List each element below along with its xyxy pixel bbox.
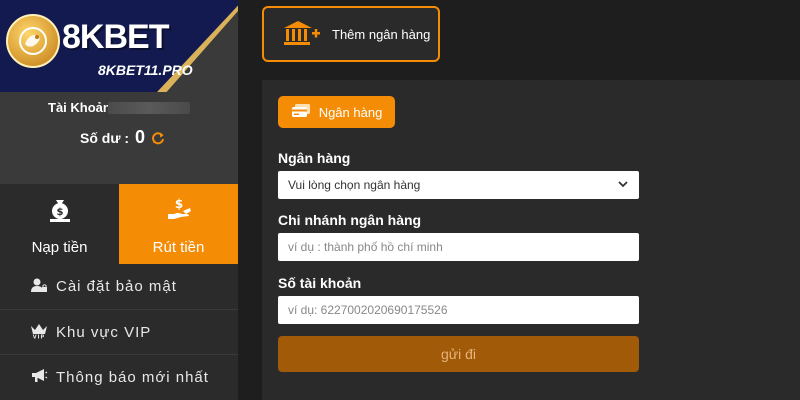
- account-number-placeholder: ví dụ: 6227002020690175526: [288, 303, 448, 317]
- bank-add-icon: [282, 18, 322, 51]
- brand-logo-band: 8KBET 8KBET11.PRO: [0, 0, 238, 92]
- money-bag-icon: $: [46, 196, 74, 229]
- bank-card-icon: [291, 103, 311, 122]
- withdraw-label: Rút tiền: [152, 239, 205, 256]
- sidebar: 8KBET 8KBET11.PRO Tài Khoản Số dư : 0 $ …: [0, 0, 238, 400]
- tab-bank-label: Ngân hàng: [318, 104, 383, 120]
- branch-field-label: Chi nhánh ngân hàng: [278, 212, 422, 228]
- account-label: Tài Khoản: [48, 100, 111, 115]
- branch-input-placeholder: ví dụ : thành phố hồ chí minh: [288, 240, 443, 254]
- withdraw-button[interactable]: $ Rút tiền: [119, 184, 238, 264]
- megaphone-icon: [30, 366, 48, 388]
- sidebar-item-vip[interactable]: VIP Khu vực VIP: [0, 309, 238, 354]
- bank-field-label: Ngân hàng: [278, 150, 351, 166]
- sidebar-item-label: Cài đặt bảo mật: [56, 278, 177, 295]
- brand-name: 8KBET: [62, 18, 169, 56]
- branch-input[interactable]: ví dụ : thành phố hồ chí minh: [278, 233, 639, 261]
- svg-text:$: $: [56, 207, 63, 218]
- sidebar-item-label: Thông báo mới nhất: [56, 368, 209, 386]
- hand-dollar-icon: $: [165, 196, 193, 229]
- refresh-icon[interactable]: [151, 131, 165, 145]
- bank-select[interactable]: Vui lòng chọn ngân hàng: [278, 171, 639, 199]
- tab-bank[interactable]: Ngân hàng: [278, 96, 395, 128]
- deposit-button[interactable]: $ Nạp tiền: [0, 184, 119, 264]
- sidebar-item-notifications[interactable]: Thông báo mới nhất: [0, 354, 238, 399]
- submit-button[interactable]: gửi đi: [278, 336, 639, 372]
- user-lock-icon: [30, 276, 48, 298]
- add-bank-label: Thêm ngân hàng: [332, 26, 431, 42]
- sidebar-item-security[interactable]: Cài đặt bảo mật: [0, 264, 238, 309]
- brand-url: 8KBET11.PRO: [98, 62, 193, 78]
- balance-value: 0: [135, 127, 146, 147]
- sidebar-item-label: Khu vực VIP: [56, 323, 152, 341]
- chevron-down-icon: [617, 178, 629, 193]
- add-bank-button[interactable]: Thêm ngân hàng: [262, 6, 440, 62]
- sidebar-menu: Cài đặt bảo mật VIP Khu vực VIP Thông bá…: [0, 264, 238, 399]
- account-name-redacted: [108, 102, 190, 114]
- svg-text:$: $: [174, 197, 182, 211]
- balance-label: Số dư :: [80, 129, 130, 146]
- deposit-label: Nạp tiền: [31, 239, 88, 256]
- logo-emblem-icon: [6, 14, 60, 68]
- account-panel: 8KBET 8KBET11.PRO Tài Khoản Số dư : 0: [0, 0, 238, 184]
- svg-text:VIP: VIP: [33, 335, 45, 340]
- balance-row: Số dư : 0: [80, 127, 165, 148]
- account-number-field-label: Số tài khoản: [278, 275, 362, 291]
- vip-crown-icon: VIP: [30, 321, 48, 343]
- bank-select-value: Vui lòng chọn ngân hàng: [288, 178, 421, 192]
- account-number-input[interactable]: ví dụ: 6227002020690175526: [278, 296, 639, 324]
